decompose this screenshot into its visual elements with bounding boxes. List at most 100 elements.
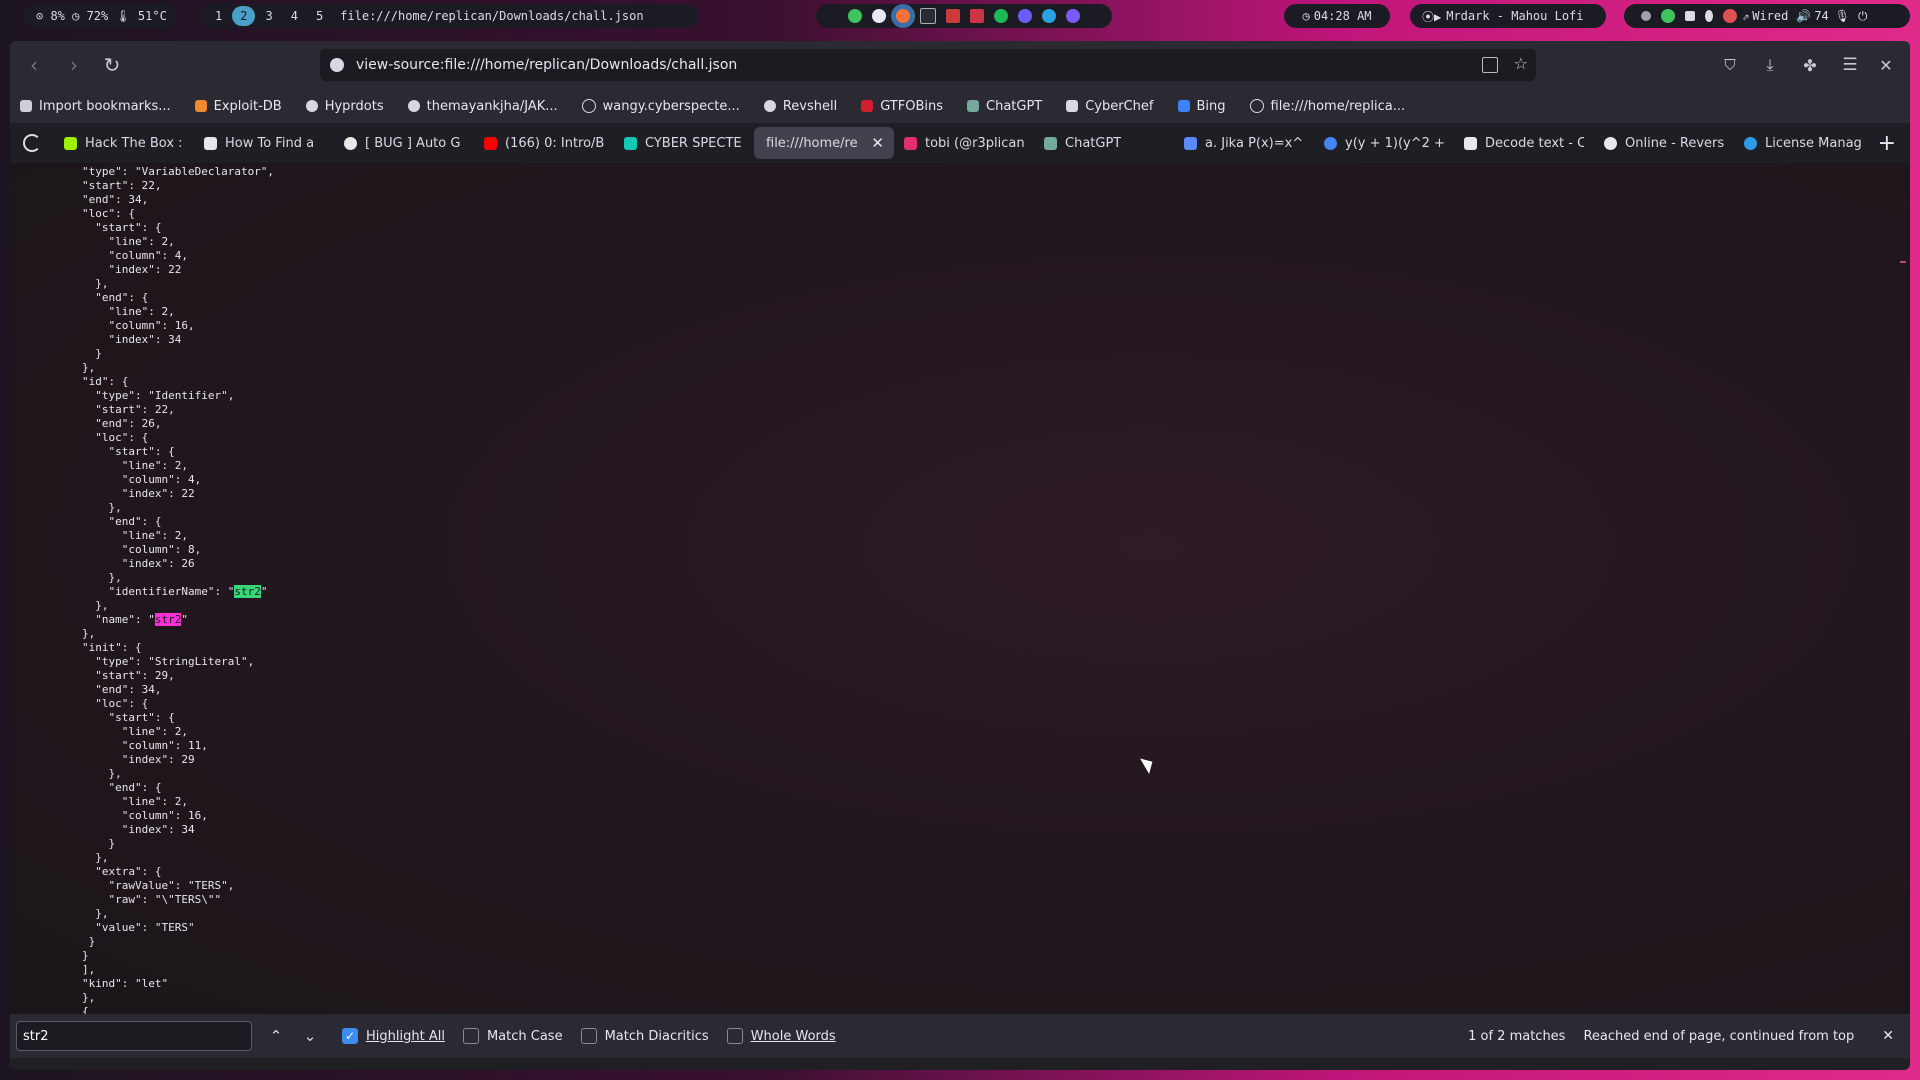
close-tab-icon[interactable]: ✕: [871, 134, 884, 152]
whatsapp-icon[interactable]: [848, 9, 862, 23]
bookmark-bing[interactable]: Bing: [1177, 99, 1226, 114]
tab-active-file[interactable]: file:///home/re ✕: [754, 127, 894, 159]
bookmark-hyprdots[interactable]: Hyprdots: [305, 99, 384, 114]
downloads-button[interactable]: ⤓: [1756, 51, 1784, 79]
tab-decode-text[interactable]: Decode text - C: [1454, 127, 1594, 159]
media-title: Mrdark - Mahou Lofi: [1446, 9, 1584, 23]
youtube-icon: [484, 136, 497, 150]
window-icon[interactable]: [1685, 11, 1695, 21]
github-icon: [344, 136, 357, 150]
back-button[interactable]: ‹: [20, 51, 48, 79]
find-bar: ⌃ ⌄ ✓ Highlight All Match Case Match Diac…: [10, 1014, 1910, 1058]
find-next-button[interactable]: ⌄: [296, 1022, 324, 1050]
tab-instagram[interactable]: tobi (@r3plican: [894, 127, 1034, 159]
bookmark-wangy[interactable]: wangy.cyberspecte...: [581, 99, 740, 114]
bookmark-label: file:///home/replica...: [1270, 98, 1406, 114]
power-icon[interactable]: ⏻: [1858, 9, 1868, 24]
info-icon[interactable]: [330, 58, 344, 72]
mic-icon[interactable]: 🎙: [1835, 9, 1850, 23]
menu-button[interactable]: ☰: [1836, 51, 1864, 79]
tab-title: y(y + 1)(y^2 + y: [1345, 135, 1444, 151]
bookmark-star-icon[interactable]: ☆: [1514, 54, 1528, 73]
page-icon: [204, 136, 217, 150]
bookmark-label: Import bookmarks...: [39, 98, 171, 114]
forward-button[interactable]: ›: [60, 51, 88, 79]
json-source-view: "type": "VariableDeclarator", "start": 2…: [82, 165, 274, 1014]
checkbox-box: [580, 1028, 597, 1044]
discord-icon[interactable]: [1018, 9, 1032, 23]
tab-title: tobi (@r3plican: [925, 135, 1024, 151]
bluetooth-icon[interactable]: [1705, 10, 1713, 22]
reload-button[interactable]: ↻: [98, 51, 126, 79]
source-text: " }, "init": { "type": "StringLiteral", …: [82, 613, 255, 1014]
pocket-icon: ⛉: [1724, 56, 1736, 74]
bookmark-cyberchef[interactable]: CyberChef: [1066, 99, 1154, 114]
files-icon[interactable]: [920, 8, 936, 24]
find-input[interactable]: [16, 1021, 252, 1051]
tab-how-to-find[interactable]: How To Find a: [194, 127, 334, 159]
hackthebox-icon: [64, 136, 77, 150]
workspace-2[interactable]: 2: [232, 6, 256, 26]
forward-arrow-icon: ›: [70, 53, 78, 77]
tab-google-search[interactable]: y(y + 1)(y^2 + y: [1314, 127, 1454, 159]
match-diacritics-checkbox[interactable]: Match Diacritics: [580, 1028, 709, 1044]
network-label[interactable]: Wired: [1752, 9, 1788, 23]
chef-hat-icon: [1066, 100, 1079, 112]
address-bar[interactable]: view-source:file:///home/replican/Downlo…: [320, 49, 1536, 81]
find-previous-button[interactable]: ⌃: [262, 1022, 290, 1050]
url-text[interactable]: view-source:file:///home/replican/Downlo…: [356, 57, 737, 73]
tab-title: Hack The Box :: [85, 135, 183, 151]
workspace-1[interactable]: 1: [207, 6, 230, 26]
plus-icon: +: [1877, 130, 1896, 156]
tab-youtube[interactable]: (166) 0: Intro/B: [474, 127, 614, 159]
monitor-icon[interactable]: [970, 9, 984, 23]
highlight-all-checkbox[interactable]: ✓ Highlight All: [342, 1028, 445, 1044]
tab-license-manager[interactable]: License Manag: [1734, 127, 1874, 159]
close-find-bar-icon[interactable]: ✕: [1882, 1028, 1894, 1044]
tab-online-reverse[interactable]: Online - Revers: [1594, 127, 1734, 159]
app-icon[interactable]: [1066, 9, 1080, 23]
new-tab-button[interactable]: +: [1878, 131, 1896, 156]
clock: ◷ 04:28 AM: [1284, 4, 1390, 28]
bookmark-revshell[interactable]: Revshell: [763, 99, 837, 114]
tab-math-problem[interactable]: a. Jika P(x)=x^3: [1174, 127, 1314, 159]
notification-icon[interactable]: [1723, 9, 1737, 23]
bookmark-local-file[interactable]: file:///home/replica...: [1249, 98, 1406, 114]
import-icon: [20, 100, 32, 112]
translate-icon[interactable]: [1482, 57, 1498, 73]
tab-chatgpt[interactable]: ChatGPT: [1034, 127, 1174, 159]
whole-words-checkbox[interactable]: Whole Words: [726, 1028, 836, 1044]
workspace-5[interactable]: 5: [308, 6, 331, 26]
license-icon: [1744, 136, 1757, 150]
media-player[interactable]: ⦿▶ Mrdark - Mahou Lofi: [1410, 4, 1606, 28]
whatsapp-tray-icon[interactable]: [1661, 9, 1675, 23]
bookmark-gtfobins[interactable]: GTFOBins: [861, 99, 943, 114]
firefox-icon[interactable]: [896, 9, 910, 23]
close-window-button[interactable]: ✕: [1872, 51, 1900, 79]
match-case-checkbox[interactable]: Match Case: [462, 1028, 563, 1044]
workspace-3[interactable]: 3: [257, 6, 280, 26]
tab-hack-the-box[interactable]: Hack The Box :: [54, 127, 194, 159]
tab-list-button[interactable]: [10, 134, 54, 152]
page-content: "type": "VariableDeclarator", "start": 2…: [10, 163, 1910, 1014]
play-icon[interactable]: ⦿▶: [1422, 8, 1441, 25]
telegram-icon[interactable]: [1042, 9, 1056, 23]
tab-bar: Hack The Box : How To Find a [ BUG ] Aut…: [10, 123, 1910, 163]
burp-icon[interactable]: [946, 9, 960, 23]
volume-level[interactable]: 74: [1814, 9, 1828, 23]
tab-bug-auto[interactable]: [ BUG ] Auto G: [334, 127, 474, 159]
spotify-icon[interactable]: [994, 9, 1008, 23]
tab-cyber-specter[interactable]: CYBER SPECTE: [614, 127, 754, 159]
find-status-message: Reached end of page, continued from top: [1583, 1028, 1855, 1044]
tab-title: Online - Revers: [1625, 135, 1724, 151]
bookmark-import[interactable]: Import bookmarks...: [20, 99, 171, 114]
bookmark-themayankjha[interactable]: themayankjha/JAK...: [407, 99, 558, 114]
extensions-button[interactable]: ✤: [1796, 51, 1824, 79]
workspace-4[interactable]: 4: [283, 6, 306, 26]
tor-icon[interactable]: [872, 9, 886, 23]
pocket-button[interactable]: ⛉: [1716, 51, 1744, 79]
phone-icon[interactable]: [1641, 11, 1651, 21]
bookmark-label: Exploit-DB: [213, 98, 282, 114]
bookmark-chatgpt[interactable]: ChatGPT: [967, 99, 1042, 114]
bookmark-exploit-db[interactable]: Exploit-DB: [194, 98, 282, 114]
